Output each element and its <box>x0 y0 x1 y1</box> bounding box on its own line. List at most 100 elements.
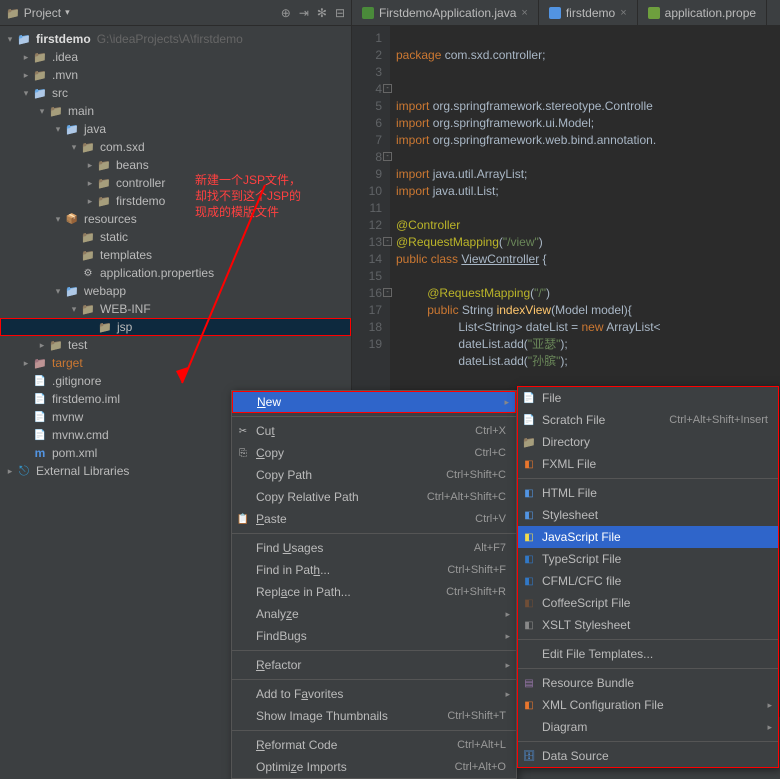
item-label: firstdemo.iml <box>52 392 120 406</box>
menu-optimize-imports[interactable]: Optimize ImportsCtrl+Alt+O <box>232 756 516 778</box>
menu-cut[interactable]: ✂CutCtrl+X <box>232 420 516 442</box>
menu-cfml-file[interactable]: ◧CFML/CFC file <box>518 570 778 592</box>
menu-copy-path[interactable]: Copy PathCtrl+Shift+C <box>232 464 516 486</box>
fold-icon[interactable]: - <box>383 288 392 297</box>
bundle-icon: ▤ <box>522 676 536 690</box>
menu-findbugs[interactable]: FindBugs▸ <box>232 625 516 647</box>
menu-scratch-file[interactable]: 📄Scratch FileCtrl+Alt+Shift+Insert <box>518 409 778 431</box>
tree-item[interactable]: ▾📦resources <box>0 210 351 228</box>
collapse-icon[interactable]: ⇥ <box>299 6 309 20</box>
item-label: static <box>100 230 128 244</box>
target-icon[interactable]: ⊕ <box>281 6 291 20</box>
item-label: beans <box>116 158 149 172</box>
tree-item[interactable]: ▾java <box>0 120 351 138</box>
root-path: G:\ideaProjects\A\firstdemo <box>97 32 243 46</box>
item-label: main <box>68 104 94 118</box>
tree-item-jsp[interactable]: ▸jsp <box>0 318 351 336</box>
item-label: target <box>52 356 83 370</box>
folder-icon <box>48 338 64 352</box>
tab-label: application.prope <box>665 6 756 20</box>
file-icon: 📄 <box>32 428 48 442</box>
folder-icon <box>6 6 20 20</box>
tree-item[interactable]: ▾src <box>0 84 351 102</box>
java-icon <box>362 7 374 19</box>
tree-item[interactable]: ▸firstdemo <box>0 192 351 210</box>
menu-diagram[interactable]: Diagram▸ <box>518 716 778 738</box>
menu-xslt-stylesheet[interactable]: ◧XSLT Stylesheet <box>518 614 778 636</box>
menu-find-in-path[interactable]: Find in Path...Ctrl+Shift+F <box>232 559 516 581</box>
tab-firstdemo-app[interactable]: FirstdemoApplication.java× <box>352 0 539 25</box>
menu-new[interactable]: New▸ <box>232 391 516 413</box>
tree-item[interactable]: ▸controller <box>0 174 351 192</box>
folder-icon <box>97 320 113 334</box>
tree-item[interactable]: ▸📄.gitignore <box>0 372 351 390</box>
folder-icon <box>80 140 96 154</box>
sidebar-title-label: Project <box>24 6 61 20</box>
item-label: .gitignore <box>52 374 101 388</box>
folder-icon <box>80 302 96 316</box>
menu-fxml-file[interactable]: ◧FXML File <box>518 453 778 475</box>
menu-javascript-file[interactable]: ◧JavaScript File <box>518 526 778 548</box>
close-icon[interactable]: × <box>620 7 626 19</box>
folder-icon <box>32 50 48 64</box>
editor-tabs: FirstdemoApplication.java× firstdemo× ap… <box>352 0 780 26</box>
item-label: mvnw.cmd <box>52 428 109 442</box>
fold-icon[interactable]: - <box>383 84 392 93</box>
tree-item[interactable]: ▸.mvn <box>0 66 351 84</box>
markdown-icon <box>549 7 561 19</box>
item-label: webapp <box>84 284 126 298</box>
menu-paste[interactable]: 📋PasteCtrl+V <box>232 508 516 530</box>
hide-icon[interactable]: ⊟ <box>335 6 345 20</box>
tree-item[interactable]: ▸target <box>0 354 351 372</box>
context-menu: New▸ ✂CutCtrl+X ⎘CopyCtrl+C Copy PathCtr… <box>231 390 517 779</box>
menu-reformat[interactable]: Reformat CodeCtrl+Alt+L <box>232 734 516 756</box>
tab-app-properties[interactable]: application.prope <box>638 0 767 25</box>
fold-icon[interactable]: - <box>383 237 392 246</box>
folder-icon <box>96 194 112 208</box>
tree-item[interactable]: ▸.idea <box>0 48 351 66</box>
tree-item[interactable]: ▸static <box>0 228 351 246</box>
menu-data-source[interactable]: 🗄Data Source <box>518 745 778 767</box>
item-label: controller <box>116 176 165 190</box>
menu-coffeescript-file[interactable]: ◧CoffeeScript File <box>518 592 778 614</box>
menu-replace-in-path[interactable]: Replace in Path...Ctrl+Shift+R <box>232 581 516 603</box>
menu-copy[interactable]: ⎘CopyCtrl+C <box>232 442 516 464</box>
tab-firstdemo-md[interactable]: firstdemo× <box>539 0 638 25</box>
menu-resource-bundle[interactable]: ▤Resource Bundle <box>518 672 778 694</box>
tree-item[interactable]: ▾com.sxd <box>0 138 351 156</box>
menu-stylesheet[interactable]: ◧Stylesheet <box>518 504 778 526</box>
menu-add-favorites[interactable]: Add to Favorites▸ <box>232 683 516 705</box>
folder-icon <box>32 356 48 370</box>
menu-copy-relative-path[interactable]: Copy Relative PathCtrl+Alt+Shift+C <box>232 486 516 508</box>
menu-show-thumbnails[interactable]: Show Image ThumbnailsCtrl+Shift+T <box>232 705 516 727</box>
tree-item[interactable]: ▾WEB-INF <box>0 300 351 318</box>
tree-item[interactable]: ▸beans <box>0 156 351 174</box>
item-label: .mvn <box>52 68 78 82</box>
tree-item[interactable]: ▸⚙application.properties <box>0 264 351 282</box>
menu-refactor[interactable]: Refactor▸ <box>232 654 516 676</box>
close-icon[interactable]: × <box>521 7 527 19</box>
menu-edit-templates[interactable]: Edit File Templates... <box>518 643 778 665</box>
item-label: test <box>68 338 87 352</box>
tree-root[interactable]: ▾firstdemoG:\ideaProjects\A\firstdemo <box>0 30 351 48</box>
tree-item[interactable]: ▸templates <box>0 246 351 264</box>
file-icon: 📄 <box>32 410 48 424</box>
item-label: jsp <box>117 320 132 334</box>
tree-item[interactable]: ▾main <box>0 102 351 120</box>
item-label: templates <box>100 248 152 262</box>
sidebar-title[interactable]: Project ▾ <box>6 6 70 20</box>
tree-item[interactable]: ▸test <box>0 336 351 354</box>
sidebar-header: Project ▾ ⊕ ⇥ ✻ ⊟ <box>0 0 351 26</box>
gear-icon[interactable]: ✻ <box>317 6 327 20</box>
menu-new-file[interactable]: 📄File <box>518 387 778 409</box>
menu-directory[interactable]: Directory <box>518 431 778 453</box>
fold-icon[interactable]: - <box>383 152 392 161</box>
menu-html-file[interactable]: ◧HTML File <box>518 482 778 504</box>
menu-xml-config[interactable]: ◧XML Configuration File▸ <box>518 694 778 716</box>
tree-item[interactable]: ▾webapp <box>0 282 351 300</box>
file-icon: 📄 <box>522 391 536 405</box>
menu-typescript-file[interactable]: ◧TypeScript File <box>518 548 778 570</box>
menu-find-usages[interactable]: Find UsagesAlt+F7 <box>232 537 516 559</box>
folder-icon <box>96 176 112 190</box>
menu-analyze[interactable]: Analyze▸ <box>232 603 516 625</box>
